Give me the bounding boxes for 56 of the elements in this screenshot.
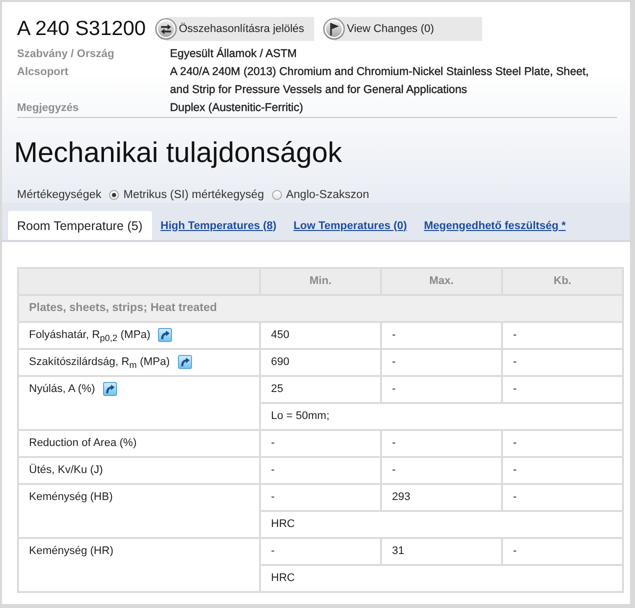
value-cell: - — [502, 430, 623, 457]
value-cell: - — [381, 430, 502, 457]
part-title: A 240 S31200 — [17, 17, 146, 41]
detail-value: A 240/A 240M (2013) Chromium and Chromium-Nickel Stainless Steel Plate, Sheet, and Strip for Pressure Vessels and for General Applications — [170, 65, 590, 98]
value-cell: 31 — [381, 538, 502, 565]
value-cell: 450 — [260, 322, 381, 349]
compare-button[interactable]: Összehasonlításra jelölés — [154, 17, 314, 41]
value-cell: - — [260, 484, 381, 511]
property-name: Szakítószilárdság, R$_{m}$ (MPa) — [29, 356, 170, 368]
value-cell: 690 — [260, 349, 381, 376]
value-cell: - — [260, 457, 381, 484]
note-cell: Lo = 50mm; — [260, 403, 623, 430]
property-name: Nyúlás, A (%) — [29, 383, 96, 395]
radio-button[interactable] — [109, 190, 120, 200]
column-header: Min. — [260, 268, 381, 295]
radio-label[interactable]: Metrikus (SI) mértékegység — [123, 189, 264, 201]
value-cell: - — [381, 322, 502, 349]
radio-button[interactable] — [272, 190, 282, 200]
value-cell: - — [381, 457, 502, 484]
radio-label[interactable]: Anglo-Szakszon — [286, 189, 370, 201]
property-name: Ütés, Kv/Ku (J) — [29, 464, 103, 476]
tab[interactable]: Megengedhető feszültség * — [416, 211, 574, 240]
flag-icon — [322, 18, 345, 40]
detail-label: Alcsoport — [17, 65, 70, 80]
value-cell: - — [502, 457, 623, 484]
value-cell: - — [502, 484, 623, 511]
tab[interactable]: High Temperatures (8) — [152, 211, 284, 240]
property-name: Folyáshatár, R$_{p0,2}$ (MPa) — [29, 329, 150, 341]
tab[interactable]: Room Temperature (5) — [8, 211, 152, 240]
tab[interactable]: Low Temperatures (0) — [285, 211, 415, 240]
value-cell: - — [502, 322, 623, 349]
value-cell: - — [502, 349, 623, 376]
swap-arrows-icon — [154, 18, 177, 40]
section-heading: Mechanikai tulajdonságok — [14, 136, 342, 171]
property-name: Reduction of Area (%) — [29, 437, 137, 449]
note-cell: HRC — [260, 511, 623, 538]
value-cell: - — [381, 349, 502, 376]
note-cell: HRC — [260, 565, 623, 592]
detail-label: Megjegyzés — [17, 101, 80, 116]
view-changes-button[interactable]: View Changes (0) — [322, 17, 482, 41]
property-name: Keménység (HB) — [29, 491, 113, 503]
value-cell: - — [381, 376, 502, 403]
units-label: Mértékegységek — [17, 189, 102, 201]
detail-value: Egyesült Államok / ASTM — [170, 46, 298, 62]
value-cell: 25 — [260, 376, 381, 403]
column-header: Max. — [381, 268, 502, 295]
property-name: Keménység (HR) — [29, 545, 114, 557]
column-header: Kb. — [502, 268, 623, 295]
detail-value: Duplex (Austenitic-Ferritic) — [170, 101, 304, 116]
value-cell: 293 — [381, 484, 502, 511]
value-cell: - — [502, 376, 623, 403]
value-cell: - — [260, 538, 381, 565]
group-header: Plates, sheets, strips; Heat treated — [18, 295, 623, 322]
value-cell: - — [502, 538, 623, 565]
value-cell: - — [260, 430, 381, 457]
detail-label: Szabvány / Ország — [17, 47, 116, 62]
